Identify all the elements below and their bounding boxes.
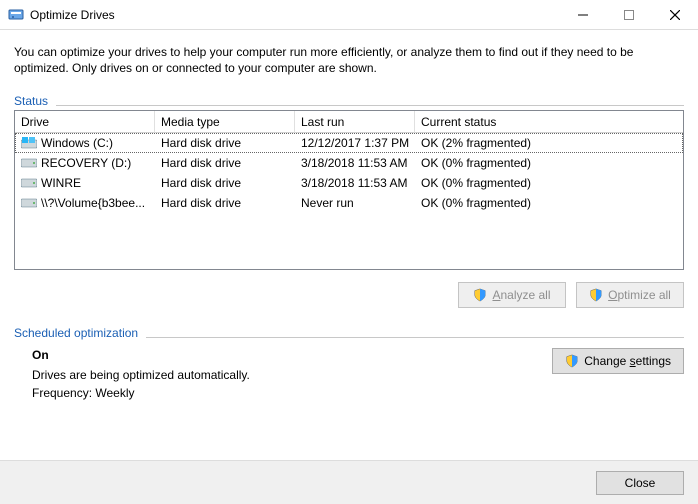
divider bbox=[56, 105, 684, 106]
drive-cell: \\?\Volume{b3bee... bbox=[15, 196, 155, 210]
drive-cell: RECOVERY (D:) bbox=[15, 156, 155, 170]
drive-cell: Windows (C:) bbox=[15, 136, 155, 150]
optimize-all-button[interactable]: Optimize all bbox=[576, 282, 684, 308]
drive-cell: WINRE bbox=[15, 176, 155, 190]
minimize-button[interactable] bbox=[560, 0, 606, 30]
col-last[interactable]: Last run bbox=[295, 111, 415, 133]
lastrun-cell: 3/18/2018 11:53 AM bbox=[295, 176, 415, 190]
close-window-button[interactable] bbox=[652, 0, 698, 30]
app-icon bbox=[8, 7, 24, 23]
status-cell: OK (0% fragmented) bbox=[415, 156, 683, 170]
media-cell: Hard disk drive bbox=[155, 136, 295, 150]
analyze-all-button[interactable]: Analyze all bbox=[458, 282, 566, 308]
titlebar: Optimize Drives bbox=[0, 0, 698, 30]
drive-name: WINRE bbox=[41, 176, 81, 190]
table-row[interactable]: Windows (C:) Hard disk drive12/12/2017 1:… bbox=[15, 133, 683, 153]
lastrun-cell: 3/18/2018 11:53 AM bbox=[295, 156, 415, 170]
media-cell: Hard disk drive bbox=[155, 156, 295, 170]
close-button[interactable]: Close bbox=[596, 471, 684, 495]
scheduled-freq: Frequency: Weekly bbox=[32, 386, 552, 400]
change-settings-button[interactable]: Change settings bbox=[552, 348, 684, 374]
media-cell: Hard disk drive bbox=[155, 196, 295, 210]
column-headers: Drive Media type Last run Current status bbox=[15, 111, 683, 133]
shield-icon bbox=[473, 288, 487, 302]
scheduled-desc: Drives are being optimized automatically… bbox=[32, 368, 552, 382]
status-section-label: Status bbox=[14, 94, 48, 110]
status-cell: OK (2% fragmented) bbox=[415, 136, 683, 150]
shield-icon bbox=[589, 288, 603, 302]
maximize-button[interactable] bbox=[606, 0, 652, 30]
bottom-bar: Close bbox=[0, 460, 698, 504]
drive-name: \\?\Volume{b3bee... bbox=[41, 196, 145, 210]
window-title: Optimize Drives bbox=[30, 8, 115, 22]
shield-icon bbox=[565, 354, 579, 368]
table-row[interactable]: RECOVERY (D:) Hard disk drive3/18/2018 11… bbox=[15, 153, 683, 173]
scheduled-section-label: Scheduled optimization bbox=[14, 326, 138, 342]
col-media[interactable]: Media type bbox=[155, 111, 295, 133]
drive-name: RECOVERY (D:) bbox=[41, 156, 131, 170]
divider bbox=[146, 337, 684, 338]
table-row[interactable]: WINRE Hard disk drive3/18/2018 11:53 AMOK… bbox=[15, 173, 683, 193]
intro-text: You can optimize your drives to help you… bbox=[14, 44, 684, 76]
drive-name: Windows (C:) bbox=[41, 136, 113, 150]
col-drive[interactable]: Drive bbox=[15, 111, 155, 133]
scheduled-state: On bbox=[32, 348, 552, 362]
lastrun-cell: Never run bbox=[295, 196, 415, 210]
media-cell: Hard disk drive bbox=[155, 176, 295, 190]
lastrun-cell: 12/12/2017 1:37 PM bbox=[295, 136, 415, 150]
status-cell: OK (0% fragmented) bbox=[415, 176, 683, 190]
drive-list[interactable]: Drive Media type Last run Current status… bbox=[14, 110, 684, 270]
table-row[interactable]: \\?\Volume{b3bee... Hard disk driveNever … bbox=[15, 193, 683, 213]
status-cell: OK (0% fragmented) bbox=[415, 196, 683, 210]
col-status[interactable]: Current status bbox=[415, 111, 683, 133]
